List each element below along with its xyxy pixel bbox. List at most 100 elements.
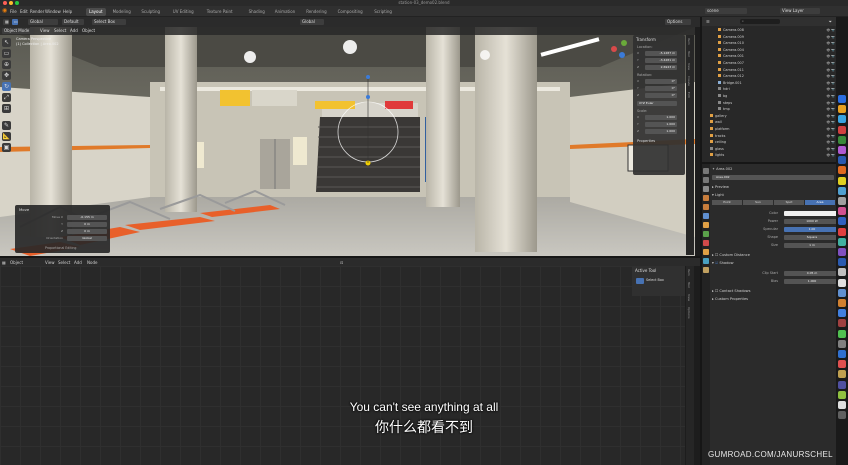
select-box-icon[interactable]: ▭	[2, 49, 11, 58]
editor-type-icon[interactable]: ▦	[3, 19, 9, 25]
light-field-value[interactable]	[784, 210, 840, 216]
view-layer-selector[interactable]: View Layer	[780, 8, 820, 14]
transform-value-field[interactable]: 2.6943 m	[645, 65, 677, 70]
transform-icon[interactable]: ⊞	[2, 104, 11, 113]
properties-tab-icon[interactable]	[703, 168, 709, 174]
properties-tab-icon[interactable]	[703, 213, 709, 219]
shader-menu-node[interactable]: Node	[87, 260, 97, 265]
menu-add[interactable]: Add	[68, 28, 80, 34]
outliner-row[interactable]: Camera.007 👁 📷	[702, 61, 838, 66]
outliner-row[interactable]: ceiling 👁 📷	[702, 140, 838, 145]
menu-view[interactable]: View	[38, 28, 52, 34]
transform-value-field[interactable]: 1.000	[645, 115, 677, 120]
global-orientation-dropdown[interactable]: Global	[300, 19, 324, 25]
custom-distance-panel[interactable]: ▸ ☐ Custom Distance	[712, 252, 836, 258]
workspace-tab[interactable]: Texture Paint	[204, 8, 236, 16]
properties-tab-icon[interactable]	[703, 240, 709, 246]
outliner-row[interactable]: tracks 👁 📷	[702, 133, 838, 139]
operator-field-value[interactable]: 0 m	[67, 229, 107, 234]
dock-app-icon[interactable]	[838, 278, 846, 287]
cursor-icon[interactable]: ↖	[2, 38, 11, 47]
dock-app-icon[interactable]	[838, 207, 846, 216]
move-icon[interactable]: ✥	[2, 71, 11, 80]
dock-app-icon[interactable]	[838, 166, 846, 175]
dock-app-icon[interactable]	[838, 176, 846, 185]
visibility-eye-icon[interactable]: 👁 📷	[827, 134, 836, 139]
outliner-row[interactable]: tmp 👁 📷	[702, 107, 838, 112]
dock-app-icon[interactable]	[838, 299, 846, 307]
properties-tab-icon[interactable]	[703, 222, 709, 228]
light-field-value[interactable]: 1.00	[784, 226, 840, 232]
select-box-tool-icon[interactable]	[636, 278, 644, 284]
outliner-row[interactable]: Bridge.001 👁 📷	[702, 80, 838, 86]
preview-panel-header[interactable]: ▸ Preview	[712, 184, 836, 190]
dock-app-icon[interactable]	[838, 115, 846, 124]
properties-tab-icon[interactable]	[703, 186, 709, 192]
dock-app-icon[interactable]	[838, 268, 846, 277]
dock-app-icon[interactable]	[838, 370, 846, 379]
dock-app-icon[interactable]	[838, 227, 846, 236]
add-cube-icon[interactable]: ▣	[2, 143, 11, 152]
dock-app-icon[interactable]	[838, 288, 846, 297]
visibility-eye-icon[interactable]: 👁 📷	[827, 114, 836, 119]
outliner-row[interactable]: Camera.001 👁 📷	[702, 54, 838, 59]
scene-selector[interactable]: scene	[705, 8, 747, 14]
custom-properties-panel[interactable]: ▸ Custom Properties	[712, 296, 836, 302]
transform-value-field[interactable]: -5.1287 m	[645, 51, 677, 56]
light-type-button[interactable]: Sun	[743, 200, 773, 205]
dock-app-icon[interactable]	[838, 217, 846, 226]
dock-app-icon[interactable]	[838, 360, 846, 369]
outliner-row[interactable]: lights 👁 📷	[702, 153, 838, 158]
shader-object-dropdown[interactable]: Object	[10, 260, 23, 265]
dock-app-icon[interactable]	[838, 186, 846, 195]
light-panel-header[interactable]: ▾ Light	[712, 192, 836, 198]
transform-value-field[interactable]: 0°	[645, 93, 677, 98]
rotate-icon[interactable]: ↻	[2, 82, 11, 91]
visibility-eye-icon[interactable]: 👁 📷	[827, 94, 836, 99]
rotation-mode-dropdown[interactable]: XYZ Euler	[637, 101, 677, 106]
shader-menu-view[interactable]: View	[45, 260, 55, 265]
dock-app-icon[interactable]	[838, 258, 846, 267]
dock-app-icon[interactable]	[838, 146, 846, 154]
shader-sidebar-tab[interactable]: Item	[686, 266, 692, 279]
dock-app-icon[interactable]	[838, 156, 846, 165]
pivot-dropdown[interactable]: Default	[62, 19, 84, 25]
operator-title[interactable]: Move	[19, 207, 29, 212]
shader-sidebar-tab[interactable]: Tool	[686, 279, 692, 291]
properties-tab-icon[interactable]	[703, 231, 709, 237]
visibility-eye-icon[interactable]: 👁 📷	[827, 153, 836, 158]
transform-value-field[interactable]: 1.000	[645, 129, 677, 134]
drag-dropdown[interactable]: Select Box	[92, 19, 126, 25]
operator-field-value[interactable]: Global	[67, 236, 107, 241]
light-datablock-field[interactable]: Area.002	[712, 174, 834, 180]
menu-edit[interactable]: Edit	[20, 9, 28, 14]
visibility-eye-icon[interactable]: 👁 📷	[827, 48, 836, 53]
properties-tab-icon[interactable]	[703, 195, 709, 201]
workspace-tab[interactable]: Modeling	[110, 8, 134, 16]
outliner-row[interactable]: hdri 👁 📷	[702, 87, 838, 92]
outliner-row[interactable]: wall 👁 📷	[702, 120, 838, 125]
pin-icon[interactable]: ⊡	[340, 260, 343, 265]
sidebar-tab[interactable]: Create	[686, 73, 692, 89]
dock-app-icon[interactable]	[838, 390, 846, 399]
visibility-eye-icon[interactable]: 👁 📷	[827, 28, 836, 33]
operator-field-value[interactable]: 0 m	[67, 222, 107, 227]
visibility-eye-icon[interactable]: 👁 📷	[827, 101, 836, 106]
outliner-editor-icon[interactable]: ☰	[706, 19, 710, 24]
visibility-eye-icon[interactable]: 👁 📷	[827, 81, 836, 86]
transform-section-title[interactable]: Transform	[633, 35, 685, 44]
visibility-eye-icon[interactable]: 👁 📷	[827, 147, 836, 152]
scale-icon[interactable]: ⤢	[2, 93, 11, 102]
properties-tab-icon[interactable]	[703, 267, 709, 273]
visibility-eye-icon[interactable]: 👁 📷	[827, 68, 836, 73]
light-field-value[interactable]: Square	[784, 234, 840, 240]
outliner-row[interactable]: bg 👁 📷	[702, 94, 838, 99]
transform-value-field[interactable]: 0°	[645, 79, 677, 84]
workspace-tab[interactable]: Sculpting	[138, 8, 163, 16]
filter-icon[interactable]: ⏷	[829, 19, 832, 24]
transform-value-field[interactable]: 0°	[645, 86, 677, 91]
shadow-field-value[interactable]: 1.000	[784, 278, 840, 284]
outliner-row[interactable]: platform 👁 📷	[702, 127, 838, 132]
outliner-row[interactable]: Camera.009 👁 📷	[702, 34, 838, 40]
workspace-tab[interactable]: Layout	[86, 8, 106, 16]
